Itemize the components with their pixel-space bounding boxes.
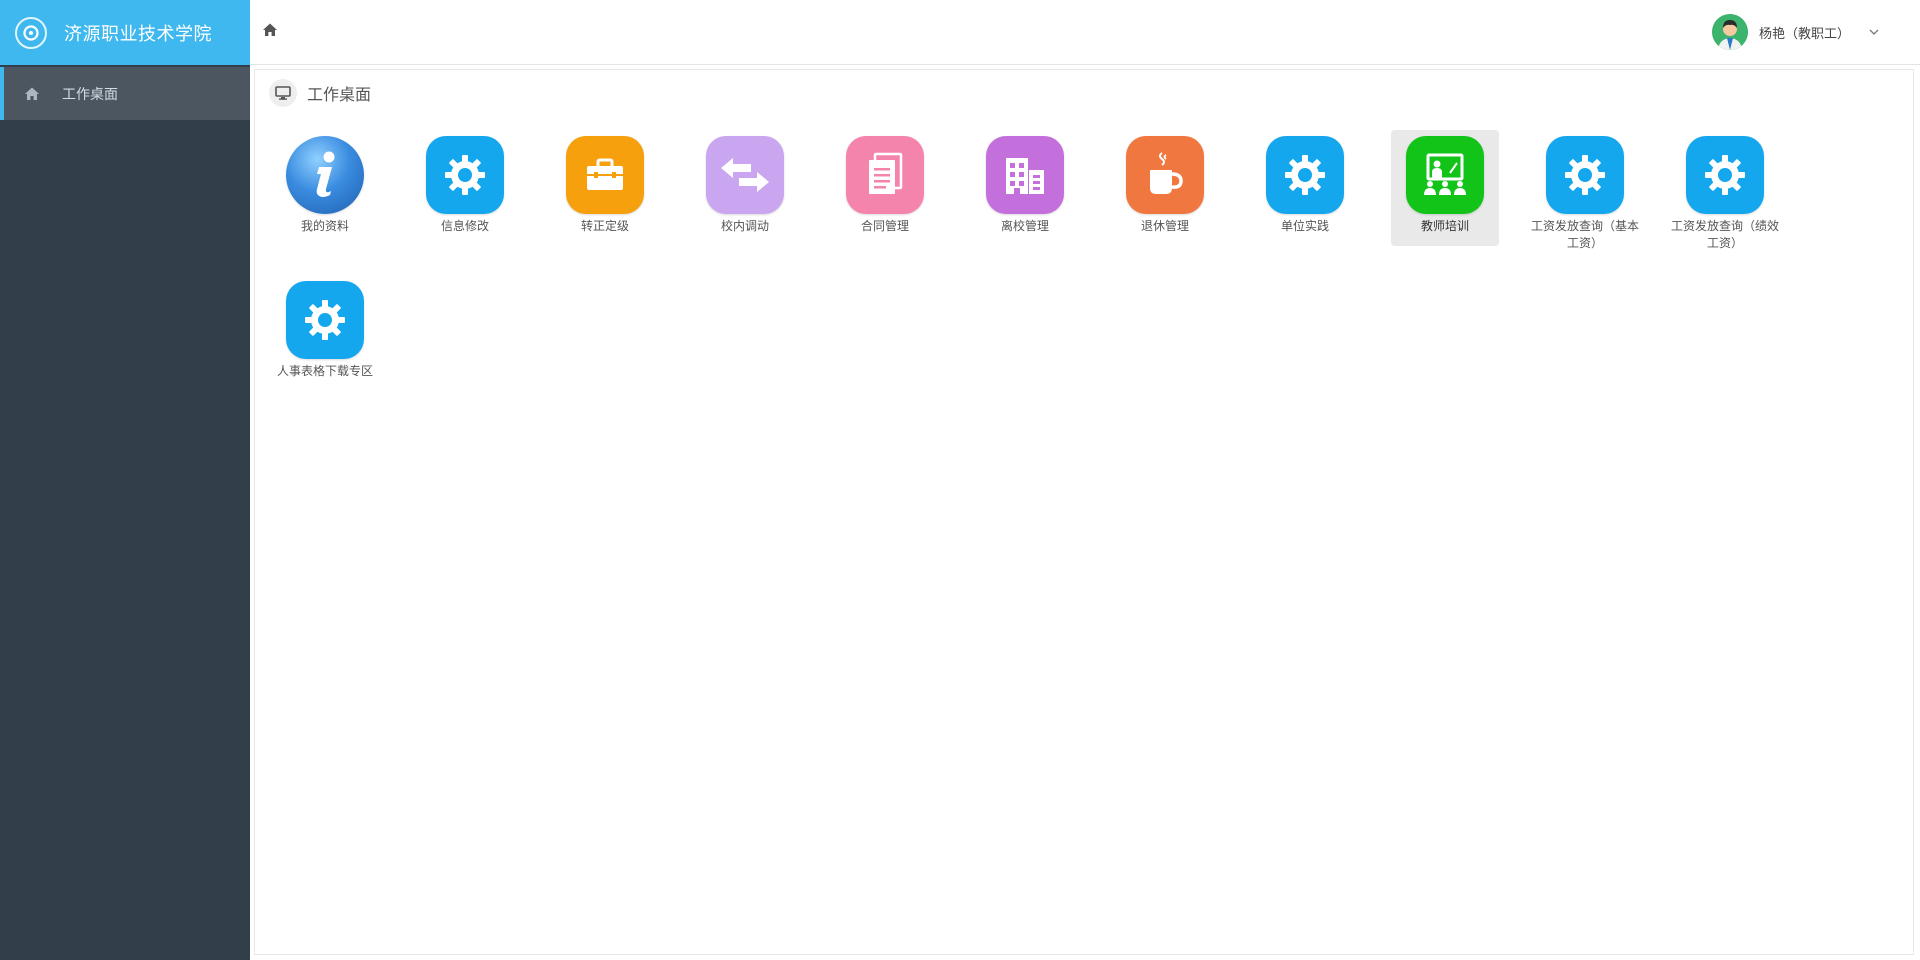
- page-header: 工作桌面: [269, 78, 371, 108]
- tile-my-profile[interactable]: 我的资料: [271, 130, 379, 246]
- tile-unit-practice[interactable]: 单位实践: [1251, 130, 1359, 246]
- tile-regularization[interactable]: 转正定级: [551, 130, 659, 246]
- home-icon: [24, 86, 40, 102]
- top-header: 杨艳（教职工）: [250, 0, 1920, 65]
- tile-label: 人事表格下载专区: [276, 364, 373, 378]
- brand-bar[interactable]: 济源职业技术学院: [0, 0, 250, 65]
- sidebar-item-workspace[interactable]: 工作桌面: [0, 67, 250, 120]
- tile-salary-query-performance[interactable]: 工资发放查询（绩效工资）: [1671, 130, 1779, 250]
- transfer-arrows-icon: [706, 136, 784, 214]
- tile-label: 工资发放查询（基本工资）: [1531, 219, 1640, 250]
- tile-label: 工资发放查询（绩效工资）: [1671, 219, 1780, 250]
- tile-retirement-management[interactable]: 退休管理: [1111, 130, 1219, 246]
- chevron-down-icon[interactable]: [1868, 26, 1880, 38]
- tile-label: 离校管理: [1000, 219, 1049, 233]
- home-icon: [263, 23, 277, 36]
- briefcase-icon: [566, 136, 644, 214]
- workspace-panel: 工作桌面 我的资料 信息修改 转正定级 校内调动 合同管理 离校管理 退休管理 …: [254, 69, 1914, 955]
- tile-teacher-training[interactable]: 教师培训: [1391, 130, 1499, 246]
- building-icon: [986, 136, 1064, 214]
- sidebar: 济源职业技术学院 工作桌面: [0, 0, 250, 960]
- tile-departure-management[interactable]: 离校管理: [971, 130, 1079, 246]
- monitor-icon: [269, 79, 297, 107]
- tile-internal-transfer[interactable]: 校内调动: [691, 130, 799, 246]
- gear-icon: [1546, 136, 1624, 214]
- tile-contract-management[interactable]: 合同管理: [831, 130, 939, 246]
- sidebar-divider: [250, 65, 251, 960]
- app-title: 济源职业技术学院: [64, 23, 212, 45]
- gear-icon: [286, 281, 364, 359]
- gear-icon: [1266, 136, 1344, 214]
- tile-label: 转正定级: [580, 219, 629, 233]
- tile-label: 退休管理: [1140, 219, 1189, 233]
- coffee-cup-icon: [1126, 136, 1204, 214]
- user-menu[interactable]: 杨艳（教职工）: [1711, 14, 1880, 50]
- document-icon: [846, 136, 924, 214]
- teacher-board-icon: [1406, 136, 1484, 214]
- tile-label: 教师培训: [1420, 219, 1469, 233]
- college-logo-icon: [15, 16, 47, 49]
- user-name: 杨艳（教职工）: [1758, 26, 1850, 42]
- tile-salary-query-basic[interactable]: 工资发放查询（基本工资）: [1531, 130, 1639, 250]
- tile-info-edit[interactable]: 信息修改: [411, 130, 519, 246]
- tile-label: 合同管理: [860, 219, 909, 233]
- avatar: [1711, 14, 1748, 50]
- tile-hr-forms-download[interactable]: 人事表格下载专区: [271, 275, 379, 391]
- tile-label: 单位实践: [1280, 219, 1329, 233]
- tile-label: 信息修改: [440, 219, 489, 233]
- tile-label: 我的资料: [300, 219, 349, 233]
- sidebar-item-label: 工作桌面: [62, 86, 118, 103]
- gear-icon: [1686, 136, 1764, 214]
- gear-icon: [426, 136, 504, 214]
- page-title: 工作桌面: [307, 85, 372, 104]
- home-button[interactable]: [262, 22, 280, 40]
- tile-label: 校内调动: [720, 219, 769, 233]
- info-icon: [286, 136, 364, 214]
